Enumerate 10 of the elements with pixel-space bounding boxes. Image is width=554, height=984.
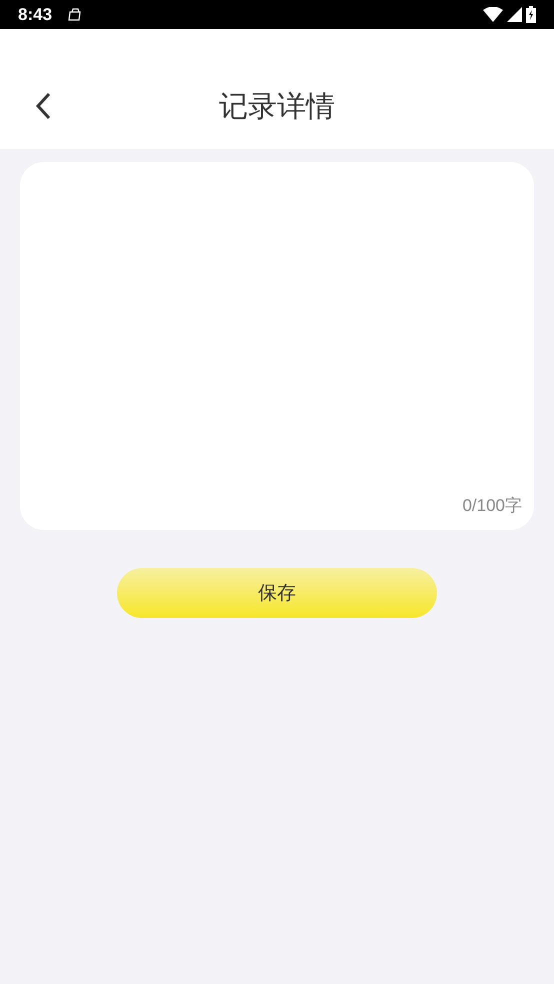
- note-field[interactable]: 0/100字: [20, 162, 534, 530]
- notification-icon: [68, 8, 82, 21]
- battery-icon: [526, 6, 536, 23]
- page-title: 记录详情: [219, 89, 335, 123]
- character-counter: 0/100字: [462, 495, 522, 517]
- wifi-icon: [483, 7, 503, 22]
- signal-icon: [507, 7, 522, 22]
- save-button[interactable]: 保存: [117, 568, 437, 618]
- status-time: 8:43: [18, 4, 52, 24]
- back-icon: [35, 92, 51, 120]
